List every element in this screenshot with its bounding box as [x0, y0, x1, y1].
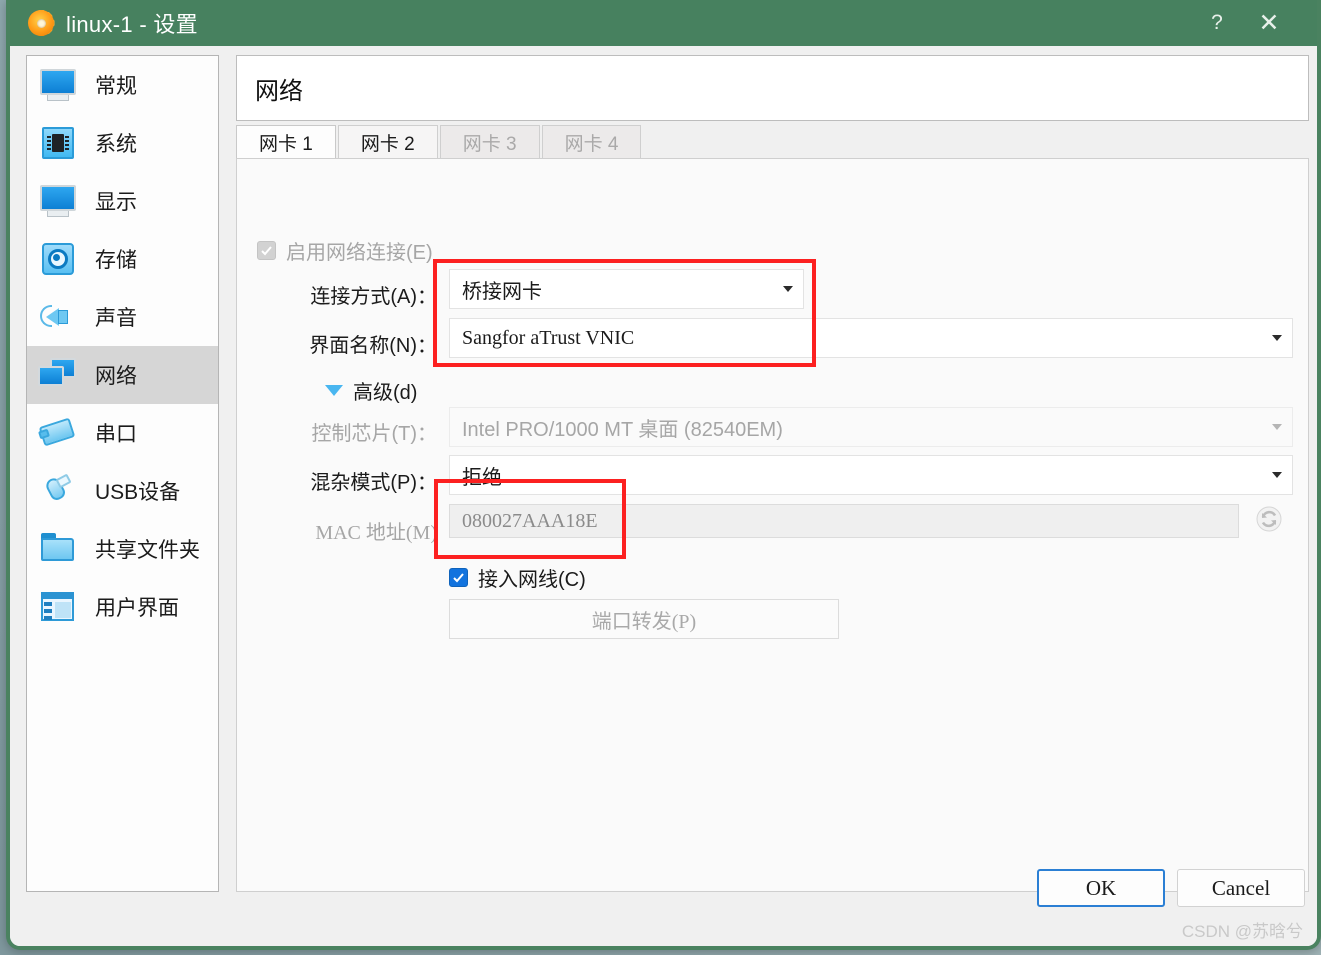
gear-icon — [28, 10, 54, 36]
sidebar-item-label: 存储 — [95, 249, 137, 272]
promiscuous-mode-value: 拒绝 — [462, 466, 502, 489]
tab-adapter-1[interactable]: 网卡 1 — [236, 125, 336, 158]
page-header: 网络 — [236, 55, 1309, 121]
sidebar-item-user-interface[interactable]: 用户界面 — [27, 578, 218, 636]
cable-connected-row[interactable]: 接入网线(C) — [449, 563, 586, 592]
dialog-footer: OK Cancel CSDN @苏晗兮 — [10, 846, 1317, 946]
tab-adapter-2[interactable]: 网卡 2 — [337, 125, 438, 158]
sidebar-item-serial-ports[interactable]: 串口 — [27, 404, 218, 462]
sidebar-item-shared-folders[interactable]: 共享文件夹 — [27, 520, 218, 578]
adapter-1-panel: 启用网络连接(E) 连接方式(A)： 桥接网卡 界面名称(N)： Sangfor… — [236, 158, 1309, 892]
sidebar-item-label: 共享文件夹 — [95, 539, 200, 562]
advanced-expander[interactable]: 高级(d) — [325, 376, 417, 405]
adapter-type-value: Intel PRO/1000 MT 桌面 (82540EM) — [462, 418, 783, 441]
chevron-down-icon — [1272, 472, 1282, 478]
cable-connected-checkbox[interactable] — [449, 568, 468, 587]
settings-sidebar: 常规 系统 显示 存储 声音 网络 串口 USB设备 共享文件夹 用户界面 — [26, 55, 219, 892]
watermark: CSDN @苏晗兮 — [1181, 922, 1303, 941]
window-title: linux-1 - 设置 — [66, 12, 198, 37]
window-content: 常规 系统 显示 存储 声音 网络 串口 USB设备 共享文件夹 用户界面 网络… — [10, 46, 1317, 946]
port-forwarding-button: 端口转发(P) — [449, 599, 839, 639]
folder-icon — [38, 532, 78, 566]
sidebar-item-usb[interactable]: USB设备 — [27, 462, 218, 520]
attached-to-label: 连接方式(A)： — [310, 286, 437, 308]
sidebar-item-label: 系统 — [95, 133, 137, 156]
attached-to-value: 桥接网卡 — [462, 280, 542, 303]
usb-icon — [38, 473, 78, 508]
adapter-tabs: 网卡 1 网卡 2 网卡 3 网卡 4 — [236, 125, 1309, 158]
chevron-down-icon — [1272, 424, 1282, 430]
adapter-type-dropdown: Intel PRO/1000 MT 桌面 (82540EM) — [449, 407, 1293, 447]
sidebar-item-audio[interactable]: 声音 — [27, 288, 218, 346]
sidebar-item-label: 常规 — [95, 75, 137, 98]
monitor-icon — [38, 184, 78, 218]
network-icon — [38, 358, 78, 392]
help-button[interactable]: ? — [1191, 0, 1243, 46]
attached-to-dropdown[interactable]: 桥接网卡 — [449, 269, 804, 309]
cancel-button[interactable]: Cancel — [1177, 869, 1305, 907]
chip-icon — [38, 126, 78, 160]
enable-network-checkbox[interactable] — [257, 241, 276, 260]
sidebar-item-label: 串口 — [95, 423, 137, 446]
sidebar-item-storage[interactable]: 存储 — [27, 230, 218, 288]
mac-address-field: 080027AAA18E — [449, 504, 1239, 538]
sidebar-item-display[interactable]: 显示 — [27, 172, 218, 230]
sidebar-item-label: 用户界面 — [95, 597, 179, 620]
title-bar-buttons: ? ✕ — [1191, 0, 1317, 46]
sidebar-item-label: USB设备 — [95, 481, 181, 504]
mac-address-value: 080027AAA18E — [462, 509, 598, 532]
sidebar-item-label: 网络 — [95, 365, 137, 388]
promiscuous-mode-dropdown[interactable]: 拒绝 — [449, 455, 1293, 495]
sidebar-item-general[interactable]: 常规 — [27, 56, 218, 114]
refresh-icon — [1255, 505, 1283, 533]
sidebar-item-system[interactable]: 系统 — [27, 114, 218, 172]
triangle-down-icon — [325, 385, 343, 396]
interface-name-value: Sangfor aTrust VNIC — [462, 326, 635, 349]
sidebar-item-label: 显示 — [95, 191, 137, 214]
chevron-down-icon — [783, 286, 793, 292]
title-bar-left: linux-1 - 设置 — [10, 7, 198, 39]
monitor-icon — [38, 68, 78, 102]
close-icon[interactable]: ✕ — [1243, 0, 1295, 46]
chevron-down-icon — [1272, 335, 1282, 341]
promiscuous-mode-label: 混杂模式(P)： — [310, 472, 437, 494]
enable-network-row[interactable]: 启用网络连接(E) — [257, 236, 433, 265]
tab-adapter-4: 网卡 4 — [541, 125, 642, 158]
speaker-icon — [38, 300, 78, 334]
sidebar-item-network[interactable]: 网络 — [27, 346, 218, 404]
cable-connected-label: 接入网线(C) — [478, 569, 586, 591]
mac-address-label: MAC 地址(M) — [315, 522, 437, 544]
interface-name-dropdown[interactable]: Sangfor aTrust VNIC — [449, 318, 1293, 358]
sidebar-item-label: 声音 — [95, 307, 137, 330]
harddisk-icon — [38, 242, 78, 276]
window-icon — [38, 590, 78, 624]
enable-network-label: 启用网络连接(E) — [286, 242, 433, 264]
interface-name-label: 界面名称(N)： — [309, 335, 437, 357]
title-bar: linux-1 - 设置 ? ✕ — [10, 0, 1317, 46]
adapter-type-label: 控制芯片(T)： — [311, 423, 437, 445]
settings-window: linux-1 - 设置 ? ✕ 常规 系统 显示 存储 声音 网络 串口 US… — [6, 0, 1321, 950]
serial-port-icon — [38, 416, 78, 450]
tab-adapter-3: 网卡 3 — [439, 125, 540, 158]
page-title: 网络 — [255, 77, 303, 105]
ok-button[interactable]: OK — [1037, 869, 1165, 907]
advanced-label: 高级(d) — [353, 382, 418, 404]
